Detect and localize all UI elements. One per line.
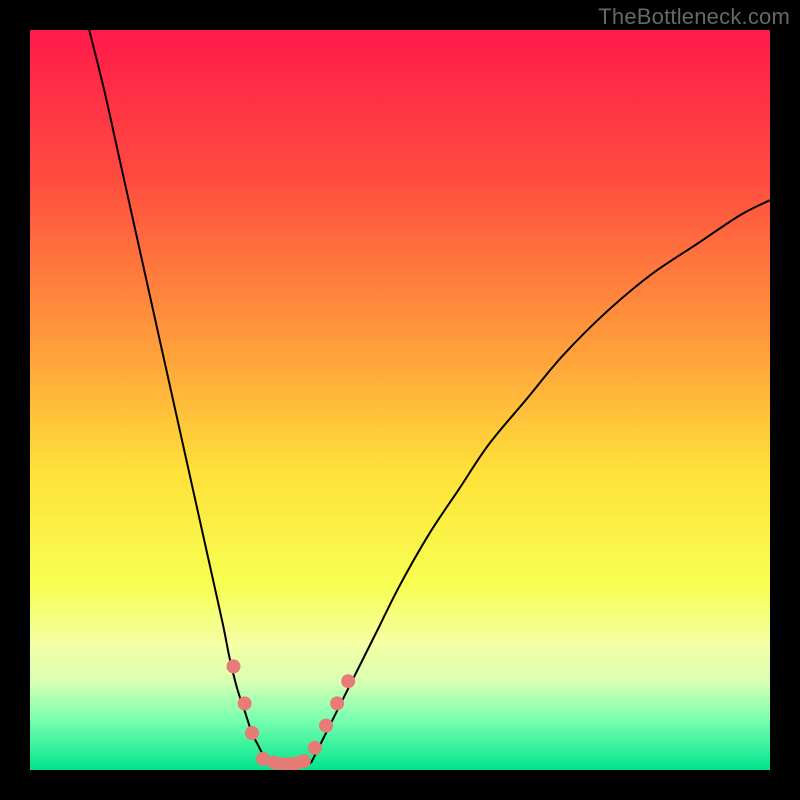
- marker-dot: [308, 741, 322, 755]
- marker-dot: [341, 674, 355, 688]
- watermark-text: TheBottleneck.com: [598, 4, 790, 30]
- marker-dot: [245, 726, 259, 740]
- marker-dot: [238, 696, 252, 710]
- gradient-background: [30, 30, 770, 770]
- chart-plot-area: [30, 30, 770, 770]
- marker-dot: [297, 754, 311, 768]
- marker-dot: [227, 659, 241, 673]
- chart-frame: TheBottleneck.com: [0, 0, 800, 800]
- marker-dot: [330, 696, 344, 710]
- chart-svg: [30, 30, 770, 770]
- marker-dot: [319, 719, 333, 733]
